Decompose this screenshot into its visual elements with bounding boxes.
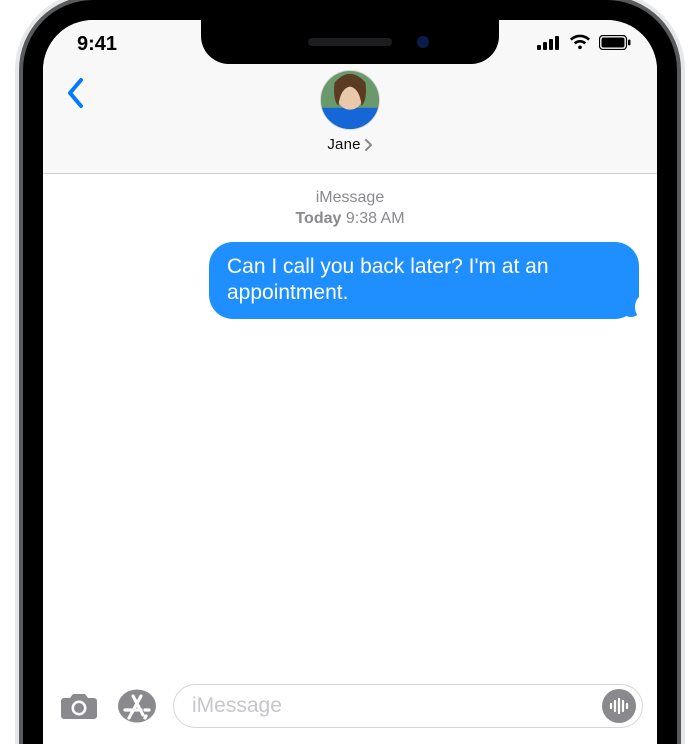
message-input-placeholder: iMessage xyxy=(192,694,594,718)
notch xyxy=(201,20,499,64)
bubble-tail xyxy=(625,297,645,317)
sent-message-bubble[interactable]: Can I call you back later? I'm at an app… xyxy=(209,242,639,320)
camera-icon xyxy=(60,691,98,721)
earpiece-speaker xyxy=(308,38,392,46)
message-input[interactable]: iMessage xyxy=(173,684,643,728)
wifi-icon xyxy=(569,33,591,56)
service-label: iMessage xyxy=(61,188,639,209)
chevron-right-icon xyxy=(364,139,373,151)
audio-record-button[interactable] xyxy=(602,689,636,723)
app-store-apps-button[interactable] xyxy=(115,684,159,728)
camera-button[interactable] xyxy=(57,684,101,728)
message-row: Can I call you back later? I'm at an app… xyxy=(61,242,639,320)
audio-waveform-icon xyxy=(609,698,629,714)
message-thread[interactable]: iMessage Today 9:38 AM Can I call you ba… xyxy=(43,174,657,678)
screen: 9:41 xyxy=(43,20,657,744)
conversation-header: Jane xyxy=(43,68,657,174)
contact-avatar[interactable] xyxy=(320,70,380,130)
front-camera xyxy=(417,36,429,48)
battery-icon xyxy=(599,33,631,56)
timestamp-time: 9:38 AM xyxy=(346,210,405,227)
back-button[interactable] xyxy=(57,74,95,112)
iphone-device-frame: 9:41 xyxy=(23,0,677,744)
message-text: Can I call you back later? I'm at an app… xyxy=(227,255,549,305)
contact-name-label: Jane xyxy=(327,136,360,153)
avatar-image xyxy=(321,70,379,130)
chevron-left-icon xyxy=(67,78,85,108)
compose-bar: iMessage xyxy=(43,678,657,744)
thread-timestamp: iMessage Today 9:38 AM xyxy=(61,188,639,230)
timestamp-day: Today xyxy=(295,210,341,227)
contact-name-button[interactable]: Jane xyxy=(327,136,372,153)
status-time: 9:41 xyxy=(77,33,117,56)
app-store-icon xyxy=(117,688,157,724)
cellular-signal-icon xyxy=(537,33,561,56)
